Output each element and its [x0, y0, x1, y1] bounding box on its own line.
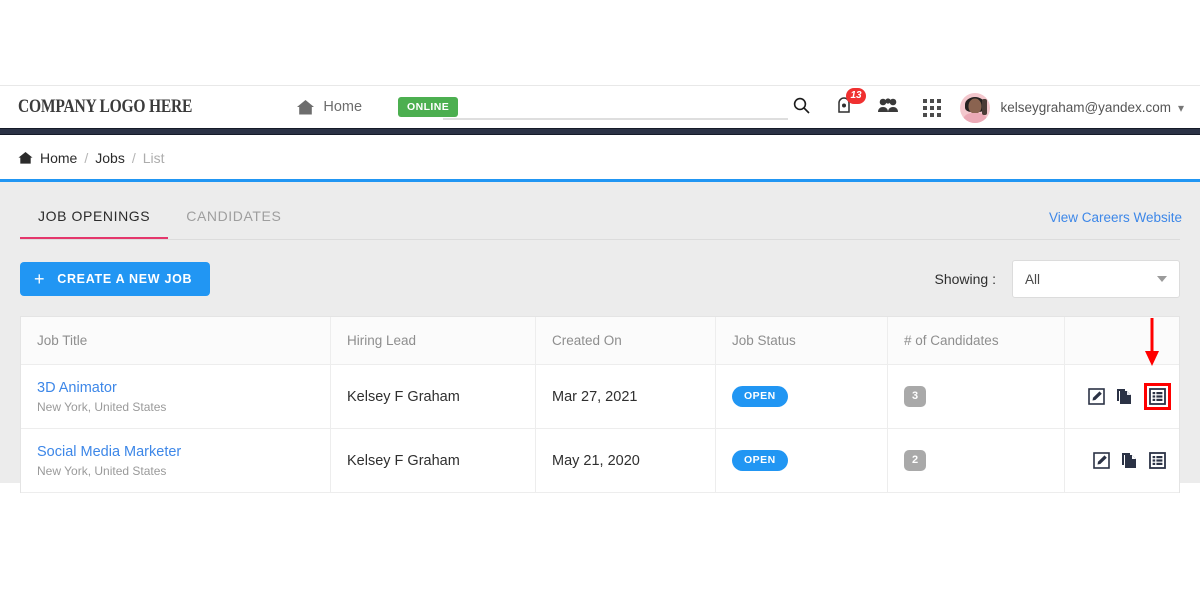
chevron-down-icon[interactable]: ▾	[1178, 101, 1184, 115]
candidate-count-badge: 3	[904, 386, 926, 407]
people-button[interactable]	[866, 86, 910, 129]
breadcrumb-separator: /	[131, 149, 136, 166]
create-a-new-job-button[interactable]: + CREATE A NEW JOB	[20, 262, 211, 296]
breadcrumb: Home / Jobs / List	[18, 150, 165, 166]
avatar-arm	[982, 98, 988, 115]
job-title-link[interactable]: 3D Animator	[37, 380, 330, 396]
cell-job-status: OPEN	[716, 365, 888, 428]
plus-icon: +	[34, 269, 46, 289]
list-view-icon[interactable]	[1148, 452, 1166, 469]
notification-count-badge: 13	[846, 88, 866, 104]
people-icon	[877, 97, 899, 119]
cell-candidates: 2	[888, 429, 1065, 492]
app-header: COMPANY LOGO HERE Home ONLINE 13 kelseyg…	[0, 85, 1200, 128]
highlight-box-list-view	[1143, 383, 1171, 410]
showing-filter: Showing : All	[935, 260, 1180, 298]
nav-home-label: Home	[323, 99, 363, 115]
cell-created-on: Mar 27, 2021	[536, 365, 716, 428]
tab-candidates[interactable]: CANDIDATES	[168, 202, 299, 240]
cell-job-title: 3D Animator New York, United States	[21, 365, 331, 428]
showing-select-value: All	[1025, 271, 1041, 287]
apps-grid-icon	[923, 98, 942, 117]
hiring-lead-value: Kelsey F Graham	[347, 452, 460, 469]
duplicate-icon[interactable]	[1121, 452, 1138, 469]
header-icon-group: 13 kelseygraham@yandex.com ▾	[822, 86, 1184, 129]
search-input[interactable]	[443, 94, 788, 120]
created-on-value: Mar 27, 2021	[552, 388, 638, 405]
notifications-button[interactable]: 13	[822, 86, 866, 129]
showing-select[interactable]: All	[1012, 260, 1180, 298]
cell-actions	[1065, 365, 1179, 428]
tab-bar: JOB OPENINGS CANDIDATES	[20, 202, 299, 240]
avatar[interactable]	[960, 92, 991, 123]
tab-bar-underline	[20, 239, 1180, 240]
hiring-lead-value: Kelsey F Graham	[347, 388, 460, 405]
breadcrumb-separator: /	[84, 149, 89, 166]
header-search[interactable]	[443, 94, 810, 122]
table-body: 3D Animator New York, United States Kels…	[21, 365, 1179, 493]
showing-label: Showing :	[934, 271, 996, 287]
tab-job-openings[interactable]: JOB OPENINGS	[20, 202, 169, 240]
create-a-new-job-label: CREATE A NEW JOB	[57, 272, 193, 286]
table-header-row: Job Title Hiring Lead Created On Job Sta…	[21, 317, 1179, 365]
column-header-candidates: # of Candidates	[888, 317, 1065, 364]
caret-down-icon	[1157, 276, 1167, 282]
breadcrumb-item-jobs[interactable]: Jobs	[95, 150, 125, 166]
job-title-link[interactable]: Social Media Marketer	[37, 444, 330, 460]
column-header-job-status: Job Status	[716, 317, 888, 364]
cell-hiring-lead: Kelsey F Graham	[331, 429, 536, 492]
breadcrumb-bar: Home / Jobs / List	[0, 135, 1200, 180]
job-location: New York, United States	[37, 399, 167, 414]
column-header-hiring-lead: Hiring Lead	[331, 317, 536, 364]
user-email-label[interactable]: kelseygraham@yandex.com	[1000, 100, 1171, 115]
apps-button[interactable]	[910, 86, 954, 129]
search-icon[interactable]	[793, 97, 810, 119]
edit-icon[interactable]	[1092, 452, 1110, 469]
cell-hiring-lead: Kelsey F Graham	[331, 365, 536, 428]
company-logo: COMPANY LOGO HERE	[18, 96, 193, 117]
job-location: New York, United States	[37, 463, 167, 478]
cell-actions	[1065, 429, 1179, 492]
app-page: COMPANY LOGO HERE Home ONLINE 13 kelseyg…	[0, 0, 1200, 600]
view-careers-website-link[interactable]: View Careers Website	[1049, 210, 1182, 225]
candidate-count-badge: 2	[904, 450, 926, 471]
table-row: 3D Animator New York, United States Kels…	[21, 365, 1179, 429]
nav-home[interactable]: Home	[296, 99, 362, 116]
column-header-actions	[1065, 317, 1179, 364]
cell-job-status: OPEN	[716, 429, 888, 492]
cell-candidates: 3	[888, 365, 1065, 428]
breadcrumb-item-home[interactable]: Home	[40, 150, 77, 166]
home-icon	[18, 151, 33, 165]
list-view-icon[interactable]	[1148, 388, 1166, 405]
edit-icon[interactable]	[1087, 388, 1105, 405]
status-badge: OPEN	[732, 450, 788, 471]
status-badge: OPEN	[732, 386, 788, 407]
home-icon	[296, 99, 315, 116]
main-content: JOB OPENINGS CANDIDATES View Careers Web…	[0, 182, 1200, 493]
column-header-job-title: Job Title	[21, 317, 331, 364]
page-top-whitespace	[0, 0, 1200, 85]
cell-created-on: May 21, 2020	[536, 429, 716, 492]
header-navy-divider	[0, 128, 1200, 135]
duplicate-icon[interactable]	[1116, 388, 1133, 405]
jobs-table: Job Title Hiring Lead Created On Job Sta…	[20, 316, 1180, 493]
column-header-created-on: Created On	[536, 317, 716, 364]
table-row: Social Media Marketer New York, United S…	[21, 429, 1179, 493]
created-on-value: May 21, 2020	[552, 452, 640, 469]
breadcrumb-item-list: List	[142, 149, 165, 166]
cell-job-title: Social Media Marketer New York, United S…	[21, 429, 331, 492]
